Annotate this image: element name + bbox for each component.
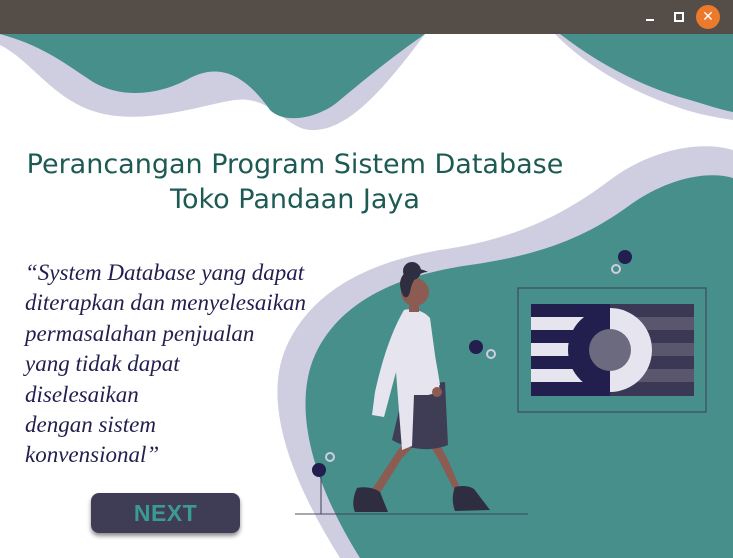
maximize-button[interactable] bbox=[667, 5, 691, 29]
page-subtitle: Toko Pandaan Jaya bbox=[170, 184, 420, 215]
minimize-button[interactable] bbox=[638, 5, 662, 29]
quote-line: diselesaikan bbox=[25, 381, 139, 407]
quote-line: diterapkan dan menyelesaikan bbox=[25, 290, 307, 316]
quote-text: “System Database yang dapat diterapkan d… bbox=[25, 258, 345, 471]
close-button[interactable]: ✕ bbox=[696, 5, 720, 29]
quote-line: “System Database yang dapat bbox=[25, 260, 305, 285]
quote-line: konvensional” bbox=[25, 442, 160, 468]
splash-content: Perancangan Program Sistem Database Toko… bbox=[0, 34, 733, 558]
close-icon: ✕ bbox=[702, 9, 714, 25]
quote-line: yang tidak dapat bbox=[25, 351, 180, 377]
minimize-icon bbox=[646, 19, 654, 21]
app-window: ✕ Perancangan Program Sistem Database To… bbox=[0, 0, 733, 558]
maximize-icon bbox=[674, 12, 684, 22]
title-bar[interactable]: ✕ bbox=[0, 0, 733, 34]
page-title: Perancangan Program Sistem Database bbox=[26, 149, 564, 180]
next-button[interactable]: NEXT bbox=[91, 493, 240, 533]
top-right-teal-wave bbox=[560, 34, 733, 112]
quote-line: permasalahan penjualan bbox=[25, 320, 255, 346]
quote-line: dengan sistem bbox=[25, 412, 156, 438]
image-frame-illustration bbox=[517, 287, 707, 413]
